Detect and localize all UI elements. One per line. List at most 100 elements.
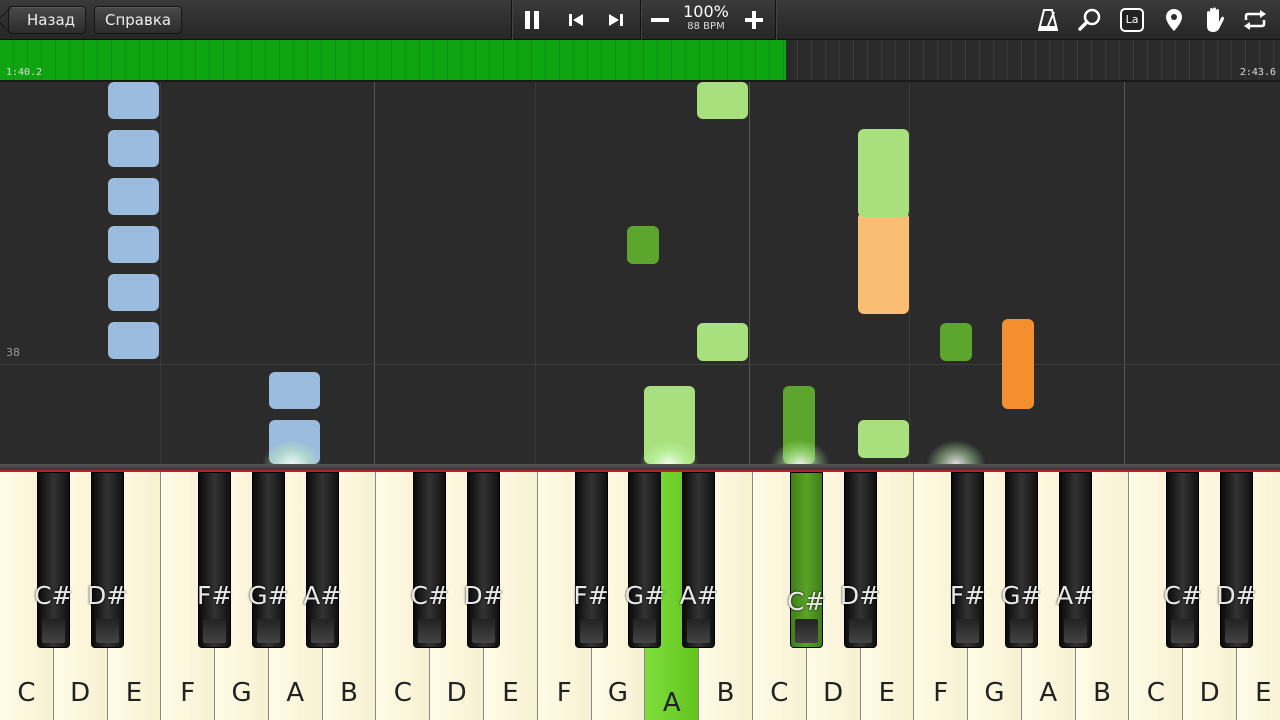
white-key-label: D bbox=[1199, 678, 1220, 708]
piano-black-key[interactable]: D# bbox=[87, 472, 127, 648]
note-hit-glow bbox=[926, 440, 986, 464]
piano-black-key[interactable]: F# bbox=[950, 472, 985, 648]
falling-note bbox=[108, 274, 159, 311]
white-key-label: C bbox=[770, 678, 789, 708]
falling-note bbox=[697, 323, 748, 361]
white-key-label: D bbox=[823, 678, 844, 708]
note-roll: 38 bbox=[0, 82, 1280, 464]
falling-note bbox=[108, 322, 159, 359]
falling-note bbox=[108, 130, 159, 167]
octave-gridline bbox=[535, 82, 536, 464]
hands-button[interactable] bbox=[1198, 0, 1230, 40]
black-key-label: D# bbox=[1216, 581, 1257, 610]
piano-black-key[interactable]: G# bbox=[1001, 472, 1042, 648]
black-key-label: A# bbox=[303, 581, 342, 610]
falling-note bbox=[940, 323, 972, 361]
piano-black-key[interactable]: D# bbox=[463, 472, 504, 648]
note-label-button[interactable]: La bbox=[1116, 0, 1148, 40]
black-key-label: G# bbox=[624, 581, 666, 610]
location-pin-icon bbox=[1166, 9, 1182, 31]
piano-black-key[interactable]: A# bbox=[303, 472, 341, 648]
falling-note bbox=[858, 129, 909, 217]
tempo-increase-button[interactable] bbox=[738, 0, 770, 40]
skip-back-button[interactable] bbox=[560, 0, 592, 40]
pause-button[interactable] bbox=[516, 0, 548, 40]
toolbar-separator bbox=[640, 0, 641, 40]
piano-black-key[interactable]: A# bbox=[1056, 472, 1094, 648]
keyboard-top-rail bbox=[0, 464, 1280, 472]
white-key-label: F bbox=[933, 678, 949, 708]
skip-forward-icon bbox=[609, 14, 623, 26]
falling-note bbox=[858, 420, 909, 458]
tempo-display: 100% 88 BPM bbox=[678, 3, 734, 33]
piano-black-key[interactable]: D# bbox=[1216, 472, 1257, 648]
minus-icon bbox=[651, 18, 669, 22]
back-button[interactable]: Назад bbox=[8, 6, 87, 34]
piano-black-key[interactable]: A# bbox=[680, 472, 718, 648]
white-key-label: D bbox=[446, 678, 467, 708]
tempo-decrease-button[interactable] bbox=[644, 0, 676, 40]
black-key-label: G# bbox=[1001, 581, 1042, 610]
help-button[interactable]: Справка bbox=[94, 6, 183, 34]
octave-gridline bbox=[909, 82, 910, 464]
white-key-label: E bbox=[878, 678, 896, 708]
tempo-bpm: 88 BPM bbox=[687, 21, 725, 32]
note-hit-glow bbox=[770, 440, 830, 464]
falling-note bbox=[627, 226, 659, 264]
black-key-label: C# bbox=[34, 581, 73, 610]
bookmark-button[interactable] bbox=[1158, 0, 1190, 40]
falling-note bbox=[108, 178, 159, 215]
piano-black-key[interactable]: C# bbox=[1163, 472, 1202, 648]
loop-button[interactable] bbox=[1238, 0, 1272, 40]
piano-keyboard: C D E F G A B C D E F G A B C D E F G A B C D E C# D# F# G# A# C# D# F#… bbox=[0, 472, 1280, 720]
search-icon bbox=[1078, 8, 1101, 31]
loop-icon bbox=[1244, 10, 1266, 30]
piano-black-key[interactable]: C# bbox=[787, 472, 825, 648]
white-key-label: C bbox=[1146, 678, 1165, 708]
falling-note bbox=[269, 372, 320, 409]
white-key-label: G bbox=[984, 678, 1005, 708]
black-key-label: D# bbox=[463, 581, 504, 610]
black-key-label: G# bbox=[248, 581, 289, 610]
synthesia-app: Назад Справка 100% 88 BPM La 1:40.2 2:43… bbox=[0, 0, 1280, 720]
metronome-button[interactable] bbox=[1032, 0, 1064, 40]
search-button[interactable] bbox=[1074, 0, 1106, 40]
piano-black-key[interactable]: G# bbox=[248, 472, 289, 648]
toolbar-separator bbox=[775, 0, 776, 40]
note-label-icon: La bbox=[1120, 8, 1144, 32]
white-key-label: A bbox=[286, 678, 305, 708]
white-key-label: B bbox=[716, 678, 735, 708]
piano-black-key[interactable]: F# bbox=[573, 472, 609, 648]
piano-black-key[interactable]: C# bbox=[34, 472, 72, 648]
note-hit-glow bbox=[639, 440, 699, 464]
falling-note bbox=[108, 82, 159, 119]
black-key-label: F# bbox=[573, 581, 609, 610]
plus-icon bbox=[745, 11, 763, 29]
white-key-label: F bbox=[556, 678, 572, 708]
white-key-label: C bbox=[17, 678, 36, 708]
black-key-label: D# bbox=[839, 581, 881, 610]
hand-icon bbox=[1207, 7, 1224, 32]
white-key-label: E bbox=[502, 678, 519, 708]
white-key-label: D bbox=[70, 678, 91, 708]
measure-line bbox=[0, 364, 1280, 365]
note-hit-glow bbox=[262, 440, 322, 464]
piano-black-key[interactable]: C# bbox=[411, 472, 449, 648]
falling-note bbox=[1002, 319, 1034, 409]
song-progress-bar[interactable]: 1:40.2 2:43.6 bbox=[0, 40, 1280, 82]
top-toolbar: Назад Справка 100% 88 BPM La bbox=[0, 0, 1280, 40]
black-key-label: A# bbox=[679, 581, 718, 610]
tempo-percent: 100% bbox=[683, 2, 729, 21]
pause-icon bbox=[525, 11, 539, 29]
white-key-label: B bbox=[340, 678, 358, 708]
piano-black-key[interactable]: D# bbox=[840, 472, 880, 648]
piano-black-key[interactable]: G# bbox=[625, 472, 665, 648]
progress-fill bbox=[0, 40, 786, 80]
black-key-label: C# bbox=[787, 587, 826, 616]
black-key-label: A# bbox=[1056, 581, 1095, 610]
skip-forward-button[interactable] bbox=[600, 0, 632, 40]
white-key-label: A bbox=[1039, 678, 1058, 708]
white-key-label: E bbox=[125, 678, 143, 708]
octave-gridline bbox=[749, 82, 750, 464]
piano-black-key[interactable]: F# bbox=[197, 472, 232, 648]
